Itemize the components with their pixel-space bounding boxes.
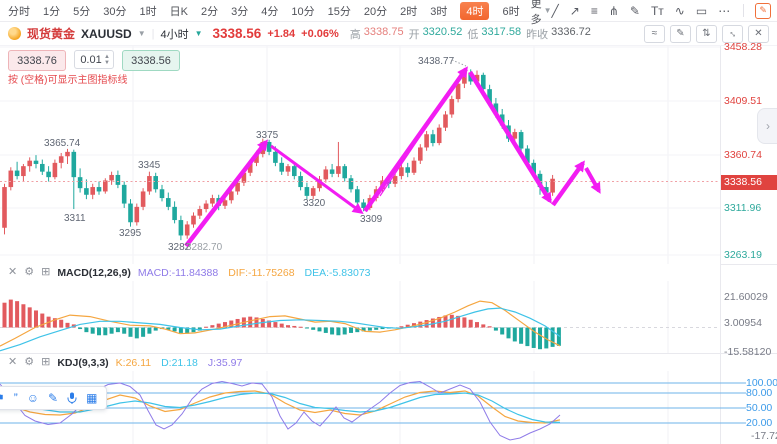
axis-label: 3263.19 — [724, 249, 762, 261]
stepper-arrows[interactable]: ▲ ▼ — [104, 54, 110, 66]
axis-label: 3360.74 — [724, 149, 762, 161]
svg-text:3345: 3345 — [138, 160, 161, 171]
indicator-value: MACD:-11.84388 — [137, 266, 219, 279]
svg-text:3365.74: 3365.74 — [44, 138, 81, 149]
floating-annotation-toolbar: ⚑ ” ☺ ✎ ▦ — [0, 386, 108, 410]
chevron-right-icon: › — [766, 119, 770, 133]
quick-order-panel: 3338.76 0.01 ▲ ▼ 3338.56 — [8, 50, 180, 71]
macd-pane-header: ✕ ⚙ ⊞ MACD(12,26,9) MACD:-11.84388 DIF:-1… — [0, 264, 720, 281]
axis-label: 3.00954 — [724, 317, 762, 329]
expand-icon[interactable]: ⊞ — [41, 357, 50, 368]
step-down-icon[interactable]: ▼ — [104, 60, 110, 66]
axis-collapse-tab[interactable]: › — [757, 108, 777, 144]
gridlines — [0, 45, 777, 444]
close-icon[interactable]: ✕ — [8, 357, 17, 368]
axis-label: 21.60029 — [724, 291, 768, 303]
kdj-title: KDJ(9,3,3) — [57, 356, 109, 369]
trend-arrows[interactable] — [184, 66, 601, 248]
close-icon[interactable]: ✕ — [8, 267, 17, 278]
svg-text:3309: 3309 — [360, 214, 383, 225]
current-price-badge: 3338.56 — [721, 175, 777, 190]
macd-histogram — [2, 299, 561, 350]
expand-icon[interactable]: ⊞ — [41, 267, 50, 278]
gear-icon[interactable]: ⚙ — [24, 267, 34, 278]
indicator-value: DIF:-11.75268 — [228, 266, 295, 279]
price-axis[interactable]: 3458.28 3409.51 3360.74 3311.96 3263.19 21.60… — [721, 41, 777, 444]
svg-text:3295: 3295 — [119, 228, 142, 239]
trading-app-window: 分时 1分 5分 30分 1时 日K 2分 3分 4分 10分 15分 20分 2时 3时 4时 6时 更多 … — [0, 0, 777, 444]
buy-button[interactable]: 3338.56 — [122, 50, 180, 71]
line-DEA — [0, 307, 561, 352]
grid-icon[interactable]: ▦ — [86, 392, 97, 404]
sell-button[interactable]: 3338.76 — [8, 50, 66, 71]
svg-text:3282.70: 3282.70 — [186, 242, 223, 253]
axis-label: -17.72 — [751, 430, 777, 442]
svg-text:3320: 3320 — [303, 198, 326, 209]
kdj-values: K:26.11 D:21.18 J:35.97 — [116, 357, 243, 369]
indicator-value: J:35.97 — [207, 356, 243, 369]
mic-icon[interactable] — [67, 392, 77, 404]
macd-values: MACD:-11.84388 DIF:-11.75268 DEA:-5.83073 — [138, 267, 371, 279]
axis-label: 20.00 — [746, 417, 773, 429]
axis-label: 3409.51 — [724, 95, 762, 107]
hotkey-hint: 按 (空格)可显示主图指标线 — [8, 75, 128, 86]
quote-icon[interactable]: ” — [14, 392, 18, 404]
axis-label: -15.58120 — [724, 346, 772, 358]
svg-text:3311: 3311 — [64, 213, 86, 224]
indicator-value: K:26.11 — [115, 356, 152, 369]
gear-icon[interactable]: ⚙ — [24, 357, 34, 368]
axis-label: 3458.28 — [724, 41, 762, 53]
pencil-icon[interactable]: ✎ — [48, 392, 58, 404]
axis-label: 80.00 — [746, 387, 773, 399]
macd-title: MACD(12,26,9) — [57, 266, 131, 279]
quantity-stepper[interactable]: 0.01 ▲ ▼ — [74, 50, 114, 69]
kdj-level-lines — [0, 382, 746, 424]
emoji-icon[interactable]: ☺ — [27, 392, 39, 404]
svg-text:3438.77: 3438.77 — [418, 56, 455, 67]
indicator-value: DEA:-5.83073 — [304, 266, 371, 279]
svg-text:3375: 3375 — [256, 130, 279, 141]
indicator-value: D:21.18 — [161, 356, 198, 369]
quantity-value: 0.01 — [80, 53, 102, 66]
flag-icon[interactable]: ⚑ — [0, 392, 5, 404]
axis-label: 3311.96 — [724, 202, 762, 214]
kdj-pane-header: ✕ ⚙ ⊞ KDJ(9,3,3) K:26.11 D:21.18 J:35.97 — [0, 354, 720, 371]
axis-label: 50.00 — [746, 402, 773, 414]
